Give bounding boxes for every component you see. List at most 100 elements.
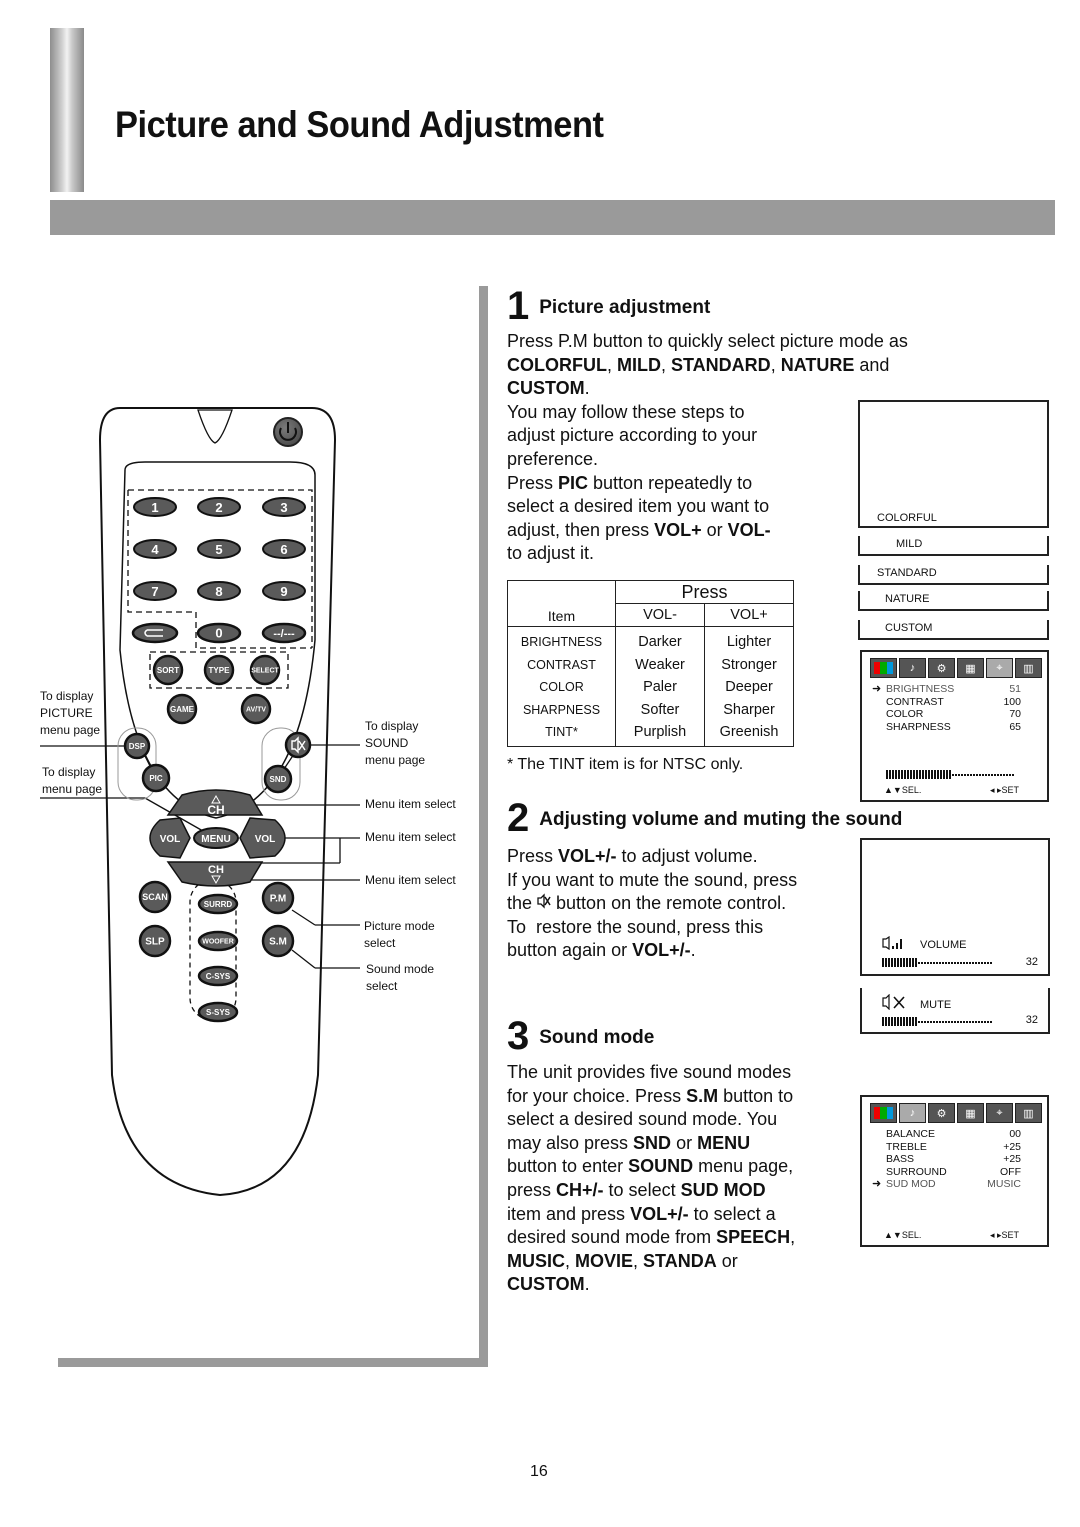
osd-set-hint: ◂ ▸SET [990,1230,1020,1240]
recall-button[interactable] [131,622,179,644]
power-button[interactable] [273,417,303,447]
selection-arrow-icon: ➜ [872,683,882,695]
dash-key[interactable]: --/--- [261,622,307,644]
bar-segment-filled [913,770,915,779]
slp-button[interactable]: SLP [138,924,172,958]
sort-button[interactable]: SORT [152,654,184,686]
snd-button[interactable]: SND [263,764,293,794]
text-run: for your choice. Press [507,1085,687,1106]
game-button-label: GAME [170,705,195,714]
picture-tab-icon [870,658,897,678]
select-button[interactable]: SELECT [249,654,281,686]
section-number: 1 [507,284,530,328]
vol-left-label: VOL [160,834,181,845]
table-cell-vol-plus: Deeper [704,676,794,699]
csys-button[interactable]: C-SYS [197,965,239,987]
section-2-body: Press VOL+/- to adjust volume. If you wa… [507,845,797,963]
mode-tab-label: CUSTOM [885,622,933,634]
mute-button[interactable] [284,731,312,759]
bar-segment-filled [892,770,894,779]
digit-key-8[interactable]: 8 [197,581,241,601]
bar-segment-filled [916,770,918,779]
bar-segment-filled [912,958,914,967]
digit-key-1[interactable]: 1 [133,497,177,517]
picture-menu-osd: ♪ ⚙ ▦ ⌖ ▥ ▲▼SEL. ◂ ▸SET BRIGHTNESS 51 ➜ CONTRAS… [860,650,1049,802]
bar-segment-empty [987,1020,989,1023]
text-run: the [507,893,538,914]
text-bold: SPEECH [716,1227,791,1248]
bar-segment-empty [984,1020,986,1023]
text-run: , [633,1250,644,1271]
menu-button[interactable]: MENU [193,827,239,849]
pic-button[interactable]: PIC [141,763,171,793]
bar-segment-empty [930,961,932,964]
surrd-button[interactable]: SURRD [197,893,239,915]
speaker-mute-icon [882,993,910,1015]
digit-key-7[interactable]: 7 [133,581,177,601]
bar-segment-empty [961,773,963,776]
bar-segment-empty [927,961,929,964]
mode-nature: NATURE [780,354,855,375]
digit-key-2[interactable]: 2 [197,497,241,517]
scan-button-label: SCAN [142,892,168,902]
text-run: button to [718,1085,794,1106]
bar-segment-empty [979,773,981,776]
text-bold: SUD MOD [680,1179,766,1200]
bar-segment-empty [969,961,971,964]
osd-menu-row: BRIGHTNESS 51 [886,683,1021,696]
bar-segment-empty [921,961,923,964]
section-title: Picture adjustment [539,297,711,318]
vol-right-button[interactable]: VOL [239,817,286,859]
select-button-label: SELECT [251,668,279,675]
digit-key-9[interactable]: 9 [262,581,306,601]
bar-segment-empty [955,773,957,776]
bar-segment-filled [895,770,897,779]
volume-label: VOLUME [920,938,967,951]
ch-down-button[interactable]: CH [166,861,264,887]
dsp-button[interactable]: DSP [123,732,151,760]
game-button[interactable]: GAME [166,693,198,725]
woofer-button[interactable]: WOOFER [197,930,239,952]
bar-segment-filled [910,770,912,779]
pm-button[interactable]: P.M [261,881,295,915]
bar-segment-empty [981,961,983,964]
bar-segment-filled [898,770,900,779]
table-row: COLOR Paler Deeper [507,676,794,699]
ssys-button[interactable]: S-SYS [197,1001,239,1023]
picture-mode-screen: COLORFUL [858,400,1049,528]
bar-segment-empty [918,1020,920,1023]
table-row: CONTRAST Weaker Stronger [507,653,794,676]
text-bold: CH+/- [556,1179,604,1200]
text-bold: VOL- [727,519,771,540]
type-button[interactable]: TYPE [203,654,235,686]
digit-key-4[interactable]: 4 [133,539,177,559]
osd-row-value: +25 [1003,1153,1021,1165]
bar-segment-filled [949,770,951,779]
avtv-button[interactable]: AV/TV [240,693,272,725]
text-line: adjust, then press VOL+ or VOL- [507,519,908,543]
label-sound-menu: To display SOUND menu page [365,718,425,769]
digit-key-label: 8 [215,584,222,599]
section-title: Adjusting volume and muting the sound [539,809,903,830]
digit-key-label: 7 [151,584,158,599]
text-line: COLORFUL, MILD, STANDARD, NATURE and [507,354,890,375]
text-bold: STANDA [643,1250,717,1271]
bar-segment-empty [945,1020,947,1023]
bar-segment-empty [1003,773,1005,776]
sm-button[interactable]: S.M [261,924,295,958]
text-run: to select [603,1179,681,1200]
setup-tab-icon: ⚙ [928,658,955,678]
bar-segment-empty [966,961,968,964]
text-line: Press PIC button repeatedly to [507,472,908,496]
bar-segment-empty [942,961,944,964]
text-run: . [584,1274,590,1295]
osd-row-label: SHARPNESS [886,720,951,733]
table-cell-item: TINT* [507,721,616,747]
equalizer-tab-icon: ▥ [1015,658,1042,678]
digit-key-5[interactable]: 5 [197,539,241,559]
scan-button[interactable]: SCAN [138,880,172,914]
text-line: To restore the sound, press this [507,916,764,937]
digit-key-3[interactable]: 3 [262,497,306,517]
zero-key[interactable]: 0 [196,622,242,644]
digit-key-6[interactable]: 6 [262,539,306,559]
